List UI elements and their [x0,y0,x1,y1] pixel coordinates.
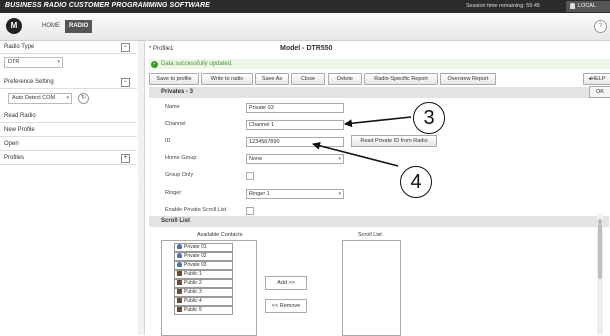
callout-3-arrow [344,116,412,128]
callout-arrows [312,116,412,167]
callout-3: 3 [413,102,445,134]
callout-4: 4 [400,166,432,198]
callout-4-arrow [312,141,399,167]
